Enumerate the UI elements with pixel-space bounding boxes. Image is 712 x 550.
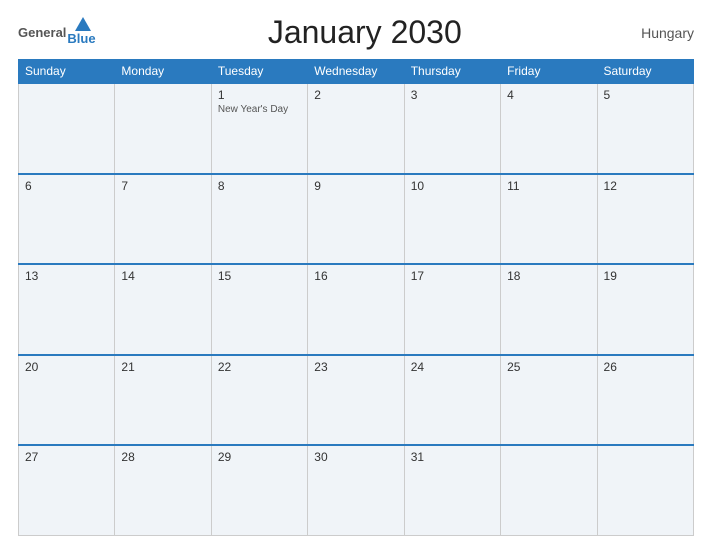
header-friday: Friday [501,60,597,84]
calendar-cell: 30 [308,445,404,536]
day-number: 9 [314,179,397,193]
header: General Blue January 2030 Hungary [18,14,694,51]
day-number: 16 [314,269,397,283]
day-number: 2 [314,88,397,102]
day-number: 23 [314,360,397,374]
day-number: 22 [218,360,301,374]
days-header-row: Sunday Monday Tuesday Wednesday Thursday… [19,60,694,84]
day-number: 11 [507,179,590,193]
day-number: 8 [218,179,301,193]
week-row-2: 6789 10 11 12 [19,174,694,265]
day-number: 3 [411,88,494,102]
calendar-cell: 17 [404,264,500,355]
header-wednesday: Wednesday [308,60,404,84]
logo-general-text: General [18,25,66,40]
day-number: 25 [507,360,590,374]
calendar-cell: 15 [211,264,307,355]
calendar-cell [115,83,211,174]
logo-blue-text: Blue [67,31,95,46]
day-number: 10 [411,179,494,193]
calendar-cell: 10 [404,174,500,265]
logo-triangle-icon [75,17,91,31]
calendar-cell: 22 [211,355,307,446]
header-sunday: Sunday [19,60,115,84]
day-number: 20 [25,360,108,374]
calendar-cell: 9 [308,174,404,265]
calendar-cell [501,445,597,536]
calendar-cell: 16 [308,264,404,355]
calendar-cell: 1 New Year's Day [211,83,307,174]
day-number: 12 [604,179,687,193]
calendar-cell: 13 [19,264,115,355]
calendar-cell: 14 [115,264,211,355]
calendar-cell: 2 [308,83,404,174]
header-thursday: Thursday [404,60,500,84]
week-row-3: 13 14 15 16 17 18 19 [19,264,694,355]
country-label: Hungary [634,25,694,41]
logo: General Blue [18,19,96,46]
calendar-cell: 31 [404,445,500,536]
calendar-cell: 29 [211,445,307,536]
week-row-5: 27 28 29 30 31 [19,445,694,536]
day-number: 29 [218,450,301,464]
day-number: 31 [411,450,494,464]
day-number: 5 [604,88,687,102]
calendar-cell: 19 [597,264,693,355]
day-number: 6 [25,179,108,193]
day-number: 1 [218,88,301,102]
day-number: 21 [121,360,204,374]
day-number: 28 [121,450,204,464]
day-number: 15 [218,269,301,283]
calendar-cell: 11 [501,174,597,265]
day-number: 17 [411,269,494,283]
week-row-4: 20 21 22 23 24 25 26 [19,355,694,446]
calendar-table: Sunday Monday Tuesday Wednesday Thursday… [18,59,694,536]
calendar-cell: 25 [501,355,597,446]
calendar-title: January 2030 [96,14,634,51]
calendar-cell: 3 [404,83,500,174]
day-number: 14 [121,269,204,283]
calendar-cell: 7 [115,174,211,265]
calendar-event: New Year's Day [218,104,301,115]
header-saturday: Saturday [597,60,693,84]
calendar-cell: 18 [501,264,597,355]
week-row-1: 1 New Year's Day 2345 [19,83,694,174]
day-number: 24 [411,360,494,374]
header-tuesday: Tuesday [211,60,307,84]
day-number: 18 [507,269,590,283]
calendar-cell [597,445,693,536]
calendar-cell: 21 [115,355,211,446]
calendar-cell: 6 [19,174,115,265]
calendar-cell: 28 [115,445,211,536]
day-number: 4 [507,88,590,102]
day-number: 26 [604,360,687,374]
calendar-cell: 26 [597,355,693,446]
calendar-cell: 27 [19,445,115,536]
calendar-cell: 24 [404,355,500,446]
header-monday: Monday [115,60,211,84]
day-number: 7 [121,179,204,193]
calendar-cell: 12 [597,174,693,265]
day-number: 19 [604,269,687,283]
calendar-cell: 4 [501,83,597,174]
calendar-cell: 8 [211,174,307,265]
calendar-page: General Blue January 2030 Hungary Sunday… [0,0,712,550]
calendar-cell: 5 [597,83,693,174]
day-number: 13 [25,269,108,283]
calendar-cell: 23 [308,355,404,446]
calendar-cell: 20 [19,355,115,446]
day-number: 27 [25,450,108,464]
calendar-cell [19,83,115,174]
day-number: 30 [314,450,397,464]
